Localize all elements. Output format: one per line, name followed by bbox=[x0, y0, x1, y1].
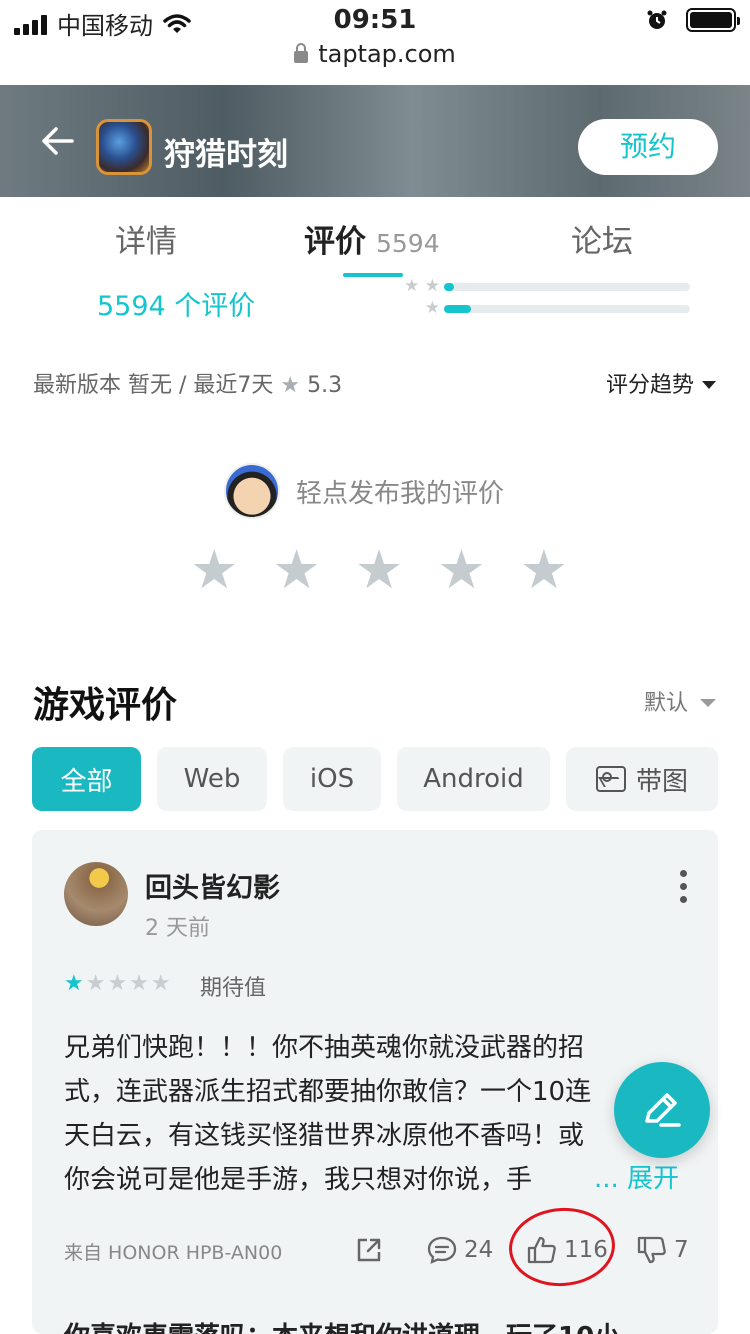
avatar bbox=[224, 463, 280, 519]
rating-bar-fill bbox=[444, 283, 454, 291]
status-bar: 中国移动 09:51 bbox=[0, 0, 750, 40]
comment-button[interactable]: 24 bbox=[426, 1235, 493, 1265]
caret-down-icon bbox=[700, 699, 716, 707]
post-review-prompt[interactable]: 轻点发布我的评价 bbox=[224, 462, 504, 520]
alarm-icon bbox=[647, 10, 667, 29]
review-line: 式，连武器派生招式都要抽你敢信？一个10连 bbox=[64, 1077, 592, 1107]
review-device: 来自 HONOR HPB-AN00 bbox=[64, 1242, 283, 1264]
comment-count: 24 bbox=[464, 1237, 494, 1263]
write-review-button[interactable] bbox=[614, 1062, 710, 1158]
tab-details[interactable]: 详情 bbox=[115, 216, 177, 261]
review-username[interactable]: 回头皆幻影 bbox=[145, 866, 280, 905]
star-icon: ★ bbox=[280, 373, 301, 398]
star-icon: ★ ★ bbox=[404, 276, 440, 296]
recent-score: 5.3 bbox=[307, 373, 343, 398]
tab-forum[interactable]: 论坛 bbox=[571, 216, 633, 261]
version-rating-line: 最新版本 暂无 / 最近7天 ★ 5.3 bbox=[33, 367, 342, 399]
rating-count: 5594 个评价 bbox=[97, 291, 256, 322]
reserve-button[interactable]: 预约 bbox=[578, 119, 718, 175]
rating-bar-1-star: ★ bbox=[390, 298, 690, 320]
star-icon: ★ bbox=[424, 298, 440, 318]
back-arrow-icon[interactable] bbox=[38, 121, 78, 161]
game-icon bbox=[96, 119, 152, 175]
review-card[interactable]: 回头皆幻影 2 天前 ★★★★★ 期待值 兄弟们快跑！！！你不抽英魂你就没武器的… bbox=[32, 830, 718, 1334]
share-icon[interactable] bbox=[354, 1235, 384, 1265]
filter-label: Web bbox=[183, 764, 241, 794]
review-tag: 期待值 bbox=[200, 976, 267, 1001]
game-header: 狩猎时刻 预约 bbox=[0, 85, 750, 197]
filter-all[interactable]: 全部 bbox=[32, 747, 141, 811]
comment-icon bbox=[427, 1236, 457, 1264]
url-text: taptap.com bbox=[318, 40, 456, 68]
caret-down-icon bbox=[702, 381, 716, 389]
filter-with-images[interactable]: 带图 bbox=[566, 747, 718, 811]
sort-label: 默认 bbox=[643, 691, 688, 716]
filter-ios[interactable]: iOS bbox=[283, 747, 381, 811]
filter-label: Android bbox=[423, 764, 524, 794]
more-options-icon[interactable] bbox=[680, 870, 688, 903]
url-bar[interactable]: taptap.com bbox=[0, 40, 750, 85]
star-2-button[interactable]: ★ bbox=[272, 540, 320, 600]
filter-label: iOS bbox=[309, 764, 355, 794]
game-title: 狩猎时刻 bbox=[164, 137, 288, 173]
star-1-button[interactable]: ★ bbox=[190, 540, 238, 600]
review-rating-stars: ★★★★★ bbox=[64, 971, 173, 996]
tab-reviews-label: 评价 bbox=[304, 224, 366, 260]
tab-reviews[interactable]: 评价 5594 bbox=[304, 216, 440, 261]
pen-icon bbox=[645, 1093, 681, 1127]
rating-stars-input[interactable]: ★ ★ ★ ★ ★ bbox=[190, 540, 568, 600]
review-time: 2 天前 bbox=[145, 916, 210, 941]
dislike-count: 7 bbox=[674, 1237, 689, 1263]
tab-forum-label: 论坛 bbox=[571, 224, 633, 260]
avatar[interactable] bbox=[64, 862, 128, 926]
review-line: 天白云，有这钱买怪猎世界冰原他不香吗！或 bbox=[64, 1121, 585, 1151]
filter-label: 全部 bbox=[60, 766, 113, 797]
expand-link[interactable]: ... 展开 bbox=[566, 1158, 680, 1195]
star-4-button[interactable]: ★ bbox=[437, 540, 485, 600]
clock: 09:51 bbox=[333, 5, 417, 35]
image-icon bbox=[595, 766, 626, 792]
trend-label: 评分趋势 bbox=[605, 373, 694, 398]
section-title: 游戏评价 bbox=[33, 685, 178, 726]
dislike-button[interactable]: 7 bbox=[636, 1235, 689, 1265]
tab-details-label: 详情 bbox=[115, 224, 177, 260]
version-text: 最新版本 暂无 / 最近7天 bbox=[33, 373, 274, 398]
filter-android[interactable]: Android bbox=[397, 747, 550, 811]
star-5-button[interactable]: ★ bbox=[520, 540, 568, 600]
star-3-button[interactable]: ★ bbox=[355, 540, 403, 600]
post-review-label: 轻点发布我的评价 bbox=[296, 478, 505, 509]
tab-reviews-count: 5594 bbox=[376, 229, 440, 258]
rating-bar-fill bbox=[444, 305, 472, 313]
filter-web[interactable]: Web bbox=[157, 747, 267, 811]
review-line: 兄弟们快跑！！！你不抽英魂你就没武器的招 bbox=[64, 1033, 585, 1063]
next-review-preview[interactable]: 你喜欢恵雷落吗：本来想和你讲道理，玩了10小 bbox=[64, 1316, 620, 1334]
filter-label: 带图 bbox=[635, 766, 688, 797]
lock-icon bbox=[294, 43, 309, 63]
rating-bar-2-star: ★ ★ bbox=[390, 276, 690, 298]
rating-trend-dropdown[interactable]: 评分趋势 bbox=[606, 367, 716, 399]
sort-dropdown[interactable]: 默认 bbox=[644, 685, 716, 717]
thumbs-down-icon bbox=[637, 1236, 666, 1264]
battery-icon bbox=[686, 8, 740, 32]
